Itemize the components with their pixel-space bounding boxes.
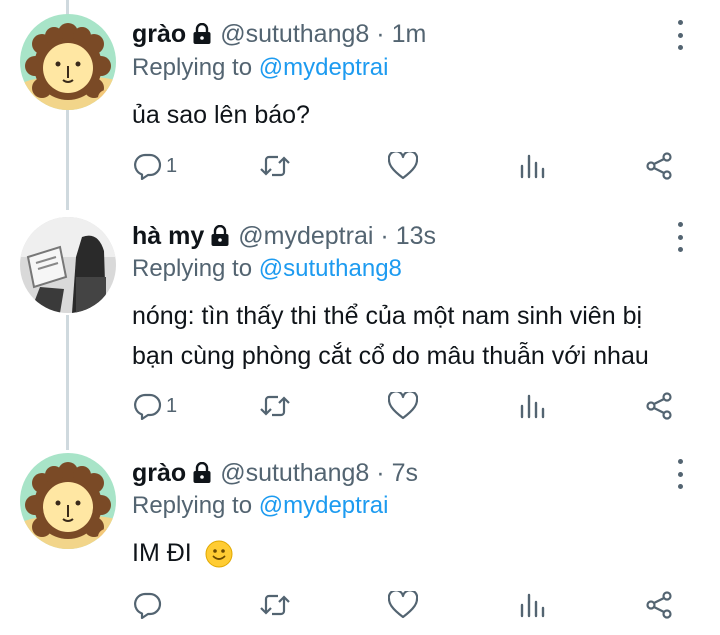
like-button[interactable] [388, 585, 418, 625]
tweet-text-line: bạn cùng phòng cắt cổ do mâu thuẫn với n… [132, 342, 649, 370]
views-button[interactable] [519, 585, 545, 625]
tweet-text-line: IM ĐI [132, 533, 233, 573]
lion-avatar-icon [20, 14, 116, 110]
retweet-button[interactable] [259, 585, 291, 625]
display-name[interactable]: grào [132, 459, 186, 488]
tweet-header: hà my @mydeptrai · 13s [132, 219, 436, 253]
retweet-icon [259, 152, 291, 180]
user-handle[interactable]: @sututhang8 [220, 20, 369, 49]
action-bar [0, 585, 720, 625]
replying-to-label: Replying to [132, 54, 253, 81]
share-icon [645, 152, 673, 180]
lion-avatar-icon [20, 453, 116, 549]
views-button[interactable] [519, 146, 545, 186]
reply-button[interactable]: 1 [134, 146, 177, 186]
timestamp[interactable]: 13s [396, 222, 436, 251]
smile-emoji [205, 540, 233, 568]
timestamp[interactable]: 7s [392, 459, 418, 488]
tweet-header: grào @sututhang8 · 7s [132, 456, 418, 490]
views-icon [519, 153, 545, 179]
views-icon [519, 592, 545, 618]
tweet-text: IM ĐI [132, 533, 233, 573]
tweet-text: nóng: tìn thấy thi thể của một nam sinh … [132, 296, 649, 376]
tweet-text-content: IM ĐI [132, 539, 192, 567]
avatar[interactable] [20, 14, 116, 110]
tweet-header: grào @sututhang8 · 1m [132, 17, 426, 51]
retweet-icon [259, 392, 291, 420]
tweet[interactable]: grào @sututhang8 · 7s Replying to @mydep… [0, 445, 720, 635]
share-icon [645, 392, 673, 420]
like-icon [388, 591, 418, 619]
lock-icon [210, 225, 230, 247]
mention-link[interactable]: @mydeptrai [259, 54, 389, 81]
display-name[interactable]: hà my [132, 222, 204, 251]
retweet-icon [259, 591, 291, 619]
user-handle[interactable]: @mydeptrai [238, 222, 373, 251]
retweet-button[interactable] [259, 386, 291, 426]
tweet-text-line: nóng: tìn thấy thi thể của một nam sinh … [132, 302, 643, 330]
reply-button[interactable]: 1 [134, 386, 177, 426]
timestamp[interactable]: 1m [392, 20, 427, 49]
like-button[interactable] [388, 146, 418, 186]
replying-to-label: Replying to [132, 492, 253, 519]
replying-to: Replying to @mydeptrai [132, 54, 389, 82]
reply-count: 1 [166, 154, 178, 177]
views-icon [519, 393, 545, 419]
reply-icon [134, 392, 162, 420]
avatar[interactable] [20, 453, 116, 549]
more-icon[interactable] [670, 20, 690, 50]
tweet[interactable]: hà my @mydeptrai · 13s Replying to @sutu… [0, 205, 720, 445]
replying-to: Replying to @mydeptrai [132, 492, 389, 520]
lock-icon [192, 23, 212, 45]
replying-to-label: Replying to [132, 255, 253, 282]
share-button[interactable] [645, 146, 673, 186]
replying-to: Replying to @sututhang8 [132, 255, 402, 283]
reply-count: 1 [166, 394, 178, 417]
reply-icon [134, 152, 162, 180]
lock-icon [192, 462, 212, 484]
tweet-text-line: ủa sao lên báo? [132, 101, 310, 129]
reply-button[interactable] [134, 585, 162, 625]
action-bar: 1 [0, 146, 720, 186]
tweet-text: ủa sao lên báo? [132, 95, 310, 135]
more-icon[interactable] [670, 222, 690, 252]
tweet[interactable]: grào @sututhang8 · 1m Replying to @mydep… [0, 0, 720, 205]
photo-avatar-icon [20, 217, 116, 313]
more-icon[interactable] [670, 459, 690, 489]
share-icon [645, 591, 673, 619]
like-button[interactable] [388, 386, 418, 426]
reply-icon [134, 591, 162, 619]
share-button[interactable] [645, 386, 673, 426]
display-name[interactable]: grào [132, 20, 186, 49]
user-handle[interactable]: @sututhang8 [220, 459, 369, 488]
action-bar: 1 [0, 386, 720, 426]
like-icon [388, 392, 418, 420]
separator-dot: · [376, 458, 385, 487]
separator-dot: · [376, 19, 385, 48]
like-icon [388, 152, 418, 180]
reply-thread: grào @sututhang8 · 1m Replying to @mydep… [0, 0, 720, 635]
mention-link[interactable]: @sututhang8 [259, 255, 402, 282]
share-button[interactable] [645, 585, 673, 625]
separator-dot: · [380, 221, 389, 250]
avatar[interactable] [20, 217, 116, 313]
mention-link[interactable]: @mydeptrai [259, 492, 389, 519]
retweet-button[interactable] [259, 146, 291, 186]
views-button[interactable] [519, 386, 545, 426]
